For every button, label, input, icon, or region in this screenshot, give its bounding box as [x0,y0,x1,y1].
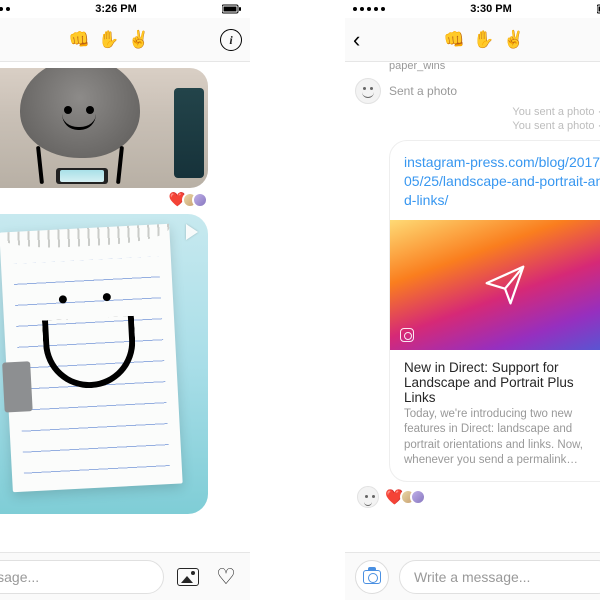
info-button[interactable]: i [220,18,242,62]
outgoing-meta: You sent a photo · Op [345,118,600,132]
paper-plane-icon [483,263,527,307]
messages-scroll[interactable]: paper_wins Sent a photo You sent a photo… [345,62,600,552]
info-icon: i [220,29,242,51]
sender-avatar-small[interactable] [357,486,379,508]
message-input[interactable]: a message... [0,560,164,594]
sender-username[interactable]: paper_wins [345,62,600,72]
gallery-button[interactable] [174,563,202,591]
link-thumbnail [390,220,600,350]
sender-avatar[interactable] [355,78,381,104]
status-bar: 3:26 PM [0,0,250,18]
conversation-title[interactable]: 👊 ✋ ✌️ [444,30,527,50]
signal-indicator [0,7,10,11]
signal-indicator [353,7,385,11]
camera-icon [363,570,381,584]
sent-photo-label: Sent a photo [389,84,457,98]
link-title: New in Direct: Support for Landscape and… [390,350,600,407]
composer-bar: a message... ♡ [0,552,250,600]
battery-indicator [222,4,242,14]
phone-screen-right: 3:30 PM ‹ 👊 ✋ ✌️ paper_wins Sent a photo… [345,0,600,600]
received-video[interactable] [0,214,208,514]
status-time: 3:30 PM [470,3,512,15]
message-reactions[interactable]: ❤️ [0,188,250,210]
like-button[interactable]: ♡ [212,563,240,591]
status-bar: 3:30 PM [345,0,600,18]
link-url[interactable]: instagram-press.com/blog/2017/05/25/land… [390,141,600,220]
reaction-avatar [192,192,208,208]
camera-button[interactable] [355,560,389,594]
back-button[interactable]: ‹ [353,18,360,62]
gallery-icon [177,568,199,586]
received-photo-1[interactable] [0,68,208,188]
message-reactions[interactable]: ❤️ [345,482,600,508]
phone-screen-left: 3:26 PM 👊 ✋ ✌️ i ❤️ [0,0,250,600]
outgoing-meta: You sent a photo · Op [345,104,600,118]
instagram-glyph-icon [400,328,414,342]
link-description: Today, we're introducing two new feature… [390,407,600,481]
composer-bar: Write a message... [345,552,600,600]
chevron-left-icon: ‹ [353,27,360,53]
reaction-avatar [410,489,426,505]
status-time: 3:26 PM [95,3,137,15]
nav-bar: ‹ 👊 ✋ ✌️ [345,18,600,62]
play-icon [186,224,198,240]
conversation-title[interactable]: 👊 ✋ ✌️ [69,30,152,50]
link-preview-card[interactable]: instagram-press.com/blog/2017/05/25/land… [389,140,600,482]
message-input[interactable]: Write a message... [399,560,600,594]
heart-outline-icon: ♡ [216,566,236,588]
nav-bar: 👊 ✋ ✌️ i [0,18,250,62]
messages-scroll[interactable]: ❤️ [0,62,250,552]
